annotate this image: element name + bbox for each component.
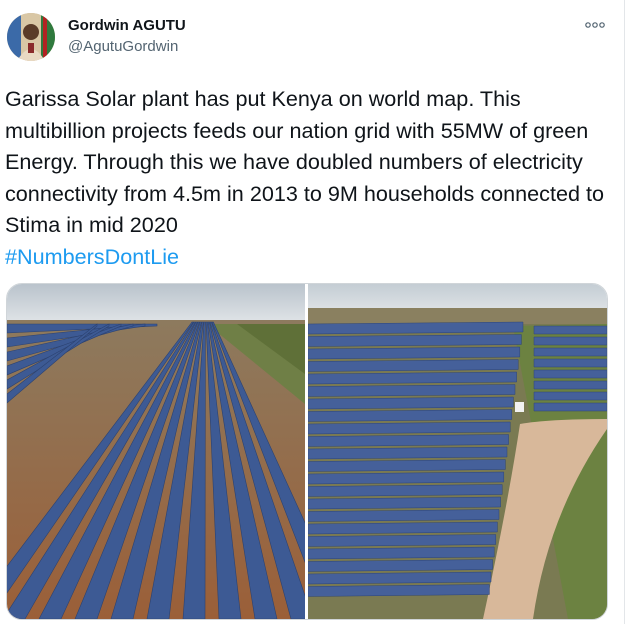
author-handle[interactable]: @AgutuGordwin <box>68 38 178 55</box>
tweet-card: Gordwin AGUTU @AgutuGordwin Garissa Sola… <box>0 0 625 624</box>
media-grid <box>6 283 608 620</box>
more-button[interactable] <box>584 16 606 34</box>
tweet-text: Garissa Solar plant has put Kenya on wor… <box>5 83 615 272</box>
author-name[interactable]: Gordwin AGUTU <box>68 17 186 34</box>
solar-farm-image <box>308 284 607 619</box>
solar-panel-row <box>308 421 511 435</box>
solar-panel-row <box>308 571 492 585</box>
solar-panel-row <box>308 359 519 372</box>
more-horizontal-icon <box>585 22 605 28</box>
solar-panel-row <box>308 346 521 360</box>
avatar[interactable] <box>7 13 55 61</box>
solar-panel-row <box>308 534 497 547</box>
solar-rows-image <box>7 284 305 619</box>
solar-panel-row <box>308 559 493 572</box>
solar-panel-row <box>308 409 513 422</box>
solar-panel-row <box>533 325 607 335</box>
solar-panel-row <box>308 459 506 472</box>
solar-panel-row <box>308 446 508 460</box>
solar-panel-row <box>533 336 607 346</box>
solar-panel-row <box>533 358 607 368</box>
solar-panel-row <box>308 546 495 560</box>
hashtag-link[interactable]: #NumbersDontLie <box>5 244 179 269</box>
solar-panel-row <box>308 384 516 397</box>
solar-panel-row <box>533 369 607 379</box>
solar-panel-row <box>308 509 500 522</box>
solar-panel-row <box>308 396 514 410</box>
solar-panel-row <box>533 347 607 357</box>
photo-aerial-solar-rows[interactable] <box>7 284 305 619</box>
solar-panel-row <box>533 391 607 401</box>
solar-panel-row <box>308 496 501 510</box>
solar-panel-row <box>308 521 498 535</box>
solar-panel-row <box>533 380 607 390</box>
solar-panel-row <box>308 484 503 497</box>
solar-panel-row <box>308 434 509 447</box>
solar-panel-row <box>308 371 517 385</box>
tweet-body: Garissa Solar plant has put Kenya on wor… <box>5 86 610 237</box>
solar-panel-row <box>308 321 524 335</box>
photo-aerial-solar-farm[interactable] <box>308 284 607 619</box>
solar-panel-row <box>308 584 490 597</box>
solar-panel-row <box>533 402 607 412</box>
solar-panel-row <box>308 334 522 347</box>
avatar-image <box>7 13 55 61</box>
solar-panel-row <box>308 471 505 485</box>
